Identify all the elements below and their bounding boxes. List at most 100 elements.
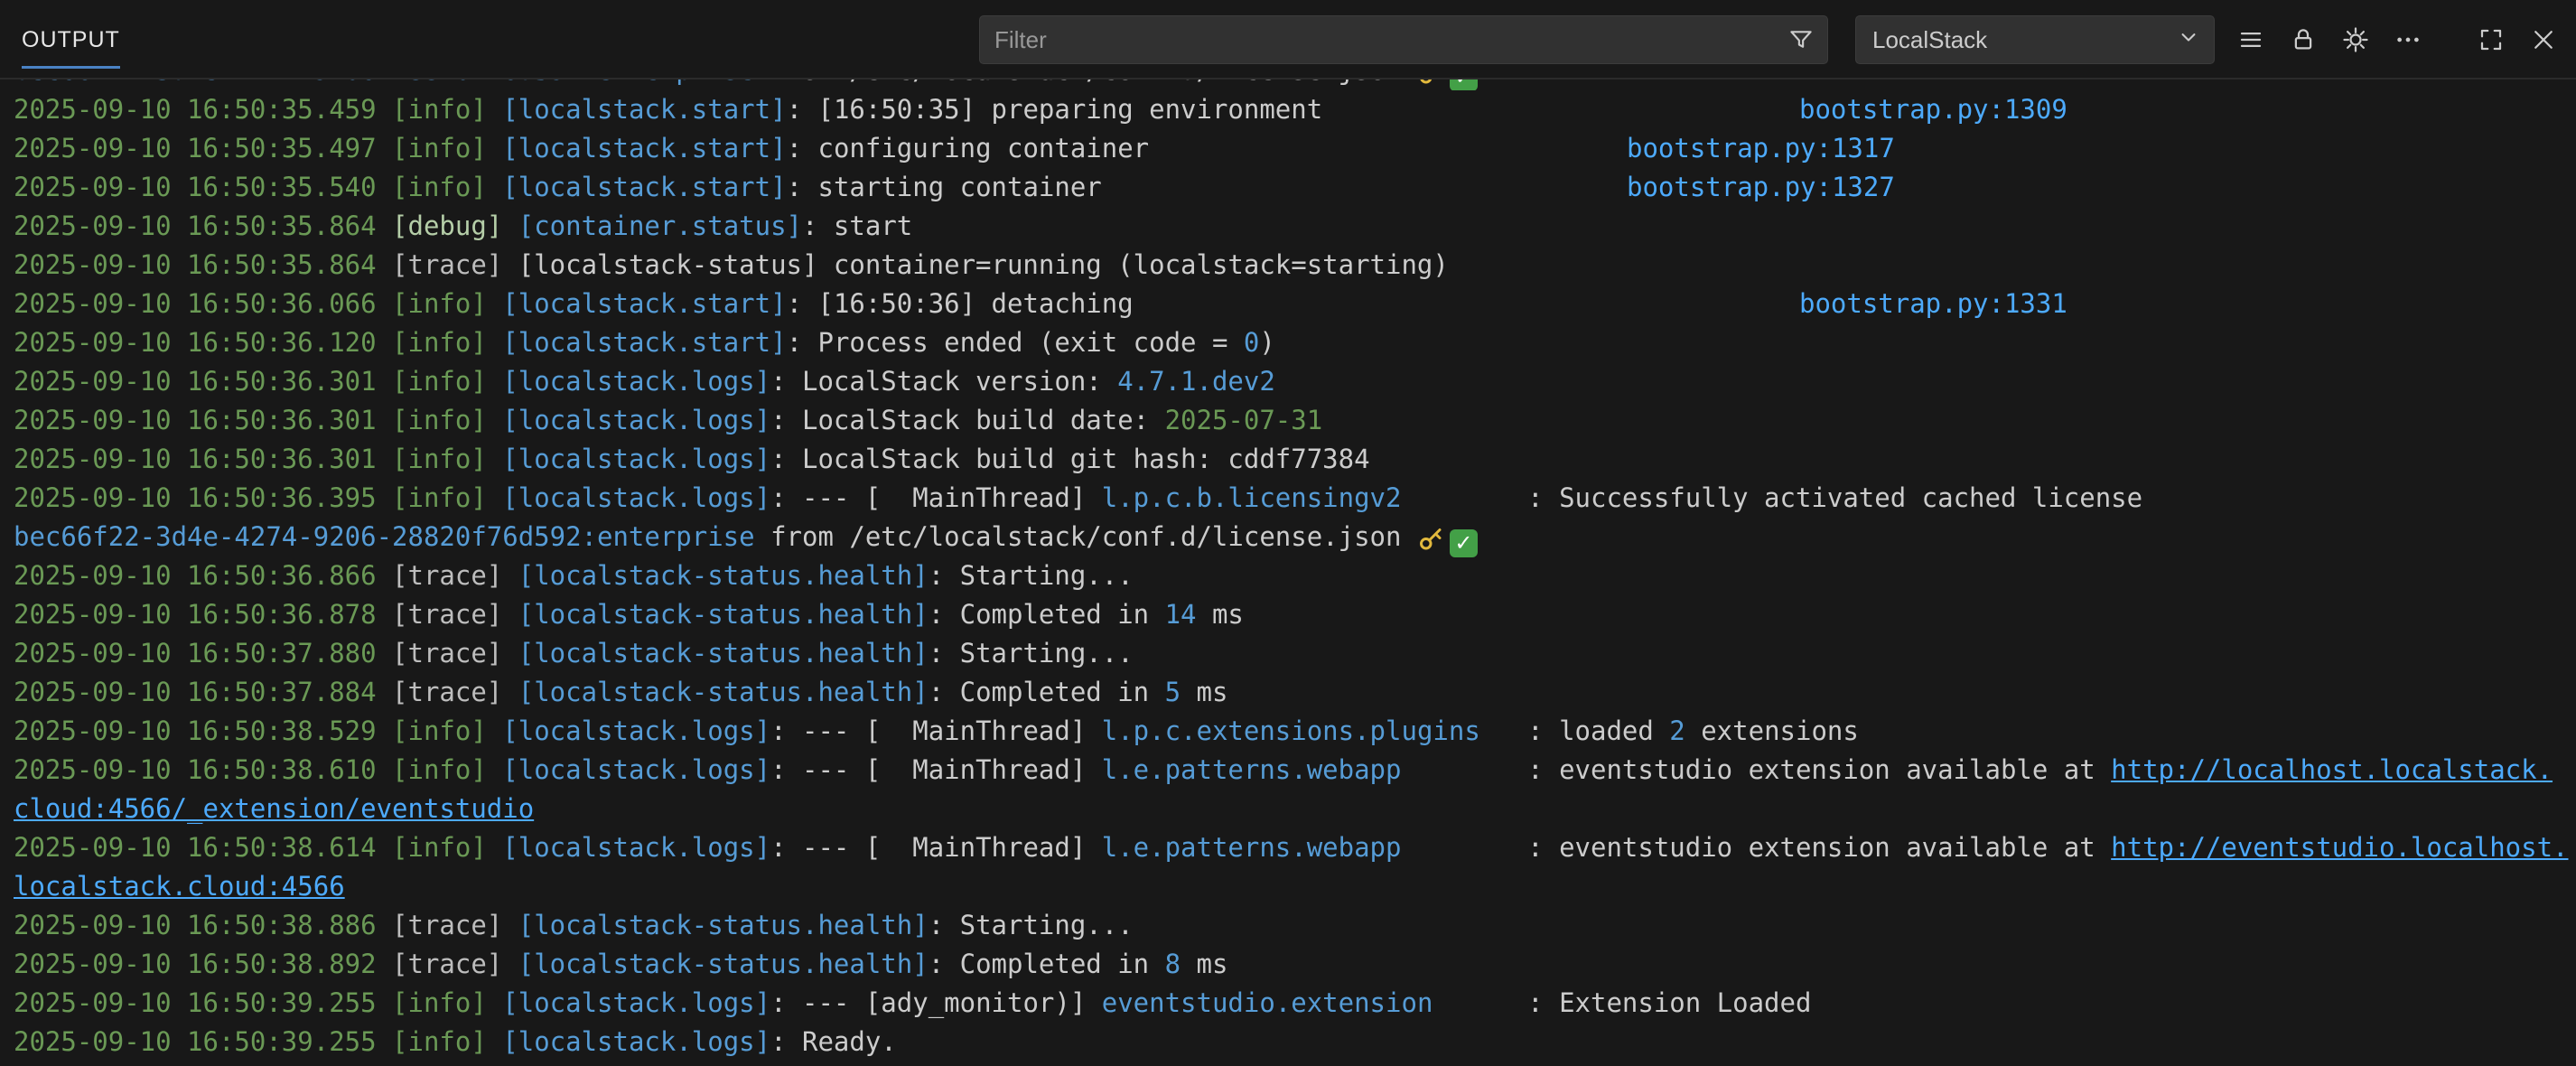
log-segment [377, 1026, 392, 1057]
log-segment: [localstack.logs] [502, 832, 770, 863]
url-link[interactable]: cloud:4566/_extension/eventstudio [14, 793, 534, 824]
log-segment: 2025-09-10 16:50:35.497 [14, 133, 377, 164]
log-segment [377, 560, 392, 591]
log-segment: bec66f22-3d4e-4274-9206-28820f76d592:ent… [14, 521, 755, 552]
log-segment: [trace] [392, 560, 502, 591]
check-emoji-icon: ✓ [1450, 529, 1478, 557]
log-segment [487, 482, 502, 513]
log-segment: 2025-09-10 16:50:35.459 [14, 94, 377, 125]
log-row: 2025-09-10 16:50:35.864 [trace] [localst… [14, 246, 2576, 285]
log-segment [487, 715, 502, 746]
panel-toolbar [2231, 20, 2563, 60]
log-segment: [localstack.start] [502, 172, 786, 202]
url-link[interactable]: http://localhost.localstack. [2111, 754, 2553, 785]
log-row: 2025-09-10 16:50:36.395 [info] [localsta… [14, 479, 2576, 518]
log-segment: 4.7.1.dev2 [1117, 366, 1275, 397]
url-link[interactable]: localstack.cloud:4566 [14, 871, 345, 902]
log-segment [377, 754, 392, 785]
log-segment [502, 599, 518, 630]
log-segment: [localstack.start] [502, 94, 786, 125]
log-segment [377, 715, 392, 746]
log-segment: [info] [392, 832, 487, 863]
log-segment [377, 949, 392, 979]
log-segment: eventstudio.extension [1102, 987, 1433, 1018]
log-segment: 2025-09-10 16:50:36.866 [14, 560, 377, 591]
log-segment: 8 [1165, 949, 1181, 979]
log-row: cloud:4566/_extension/eventstudio [14, 790, 2576, 828]
log-segment: [info] [392, 1026, 487, 1057]
log-segment [502, 638, 518, 669]
channel-dropdown[interactable]: LocalStack [1855, 15, 2215, 64]
log-row: 2025-09-10 16:50:37.884 [trace] [localst… [14, 673, 2576, 712]
log-segment: [localstack.logs] [502, 444, 770, 474]
log-segment: ) [1259, 327, 1274, 358]
log-segment: [info] [392, 94, 487, 125]
log-segment [377, 444, 392, 474]
filter-funnel-icon [1787, 26, 1815, 53]
log-segment: 2025-09-10 16:50:38.886 [14, 910, 377, 940]
panel-header: OUTPUT LocalStack [0, 0, 2576, 79]
log-segment: : Completed in [929, 949, 1165, 979]
log-segment: [container.status] [518, 210, 802, 241]
file-link[interactable]: bootstrap.py:1317 [1627, 129, 1895, 168]
log-segment: 2025-09-10 16:50:35.864 [14, 249, 377, 280]
filter-list-icon[interactable] [2231, 20, 2271, 60]
file-link[interactable]: bootstrap.py:1331 [1799, 285, 2067, 323]
log-segment: 2025-09-10 16:50:37.884 [14, 677, 377, 707]
log-segment: : Successfully activated cached license [1401, 482, 2142, 513]
log-segment: from /etc/localstack/conf.d/license.json [755, 79, 1417, 86]
tab-output[interactable]: OUTPUT [22, 0, 120, 79]
log-row: bec66f22-3d4e-4274-9206-28820f76d592:ent… [14, 518, 2576, 556]
log-segment: [localstack.logs] [502, 754, 770, 785]
log-segment: [localstack.start] [502, 133, 786, 164]
log-segment: : Completed in [929, 599, 1165, 630]
log-segment [487, 288, 502, 319]
log-segment: 2025-09-10 16:50:38.610 [14, 754, 377, 785]
log-segment [487, 366, 502, 397]
log-row: 2025-09-10 16:50:39.255 [info] [localsta… [14, 1023, 2576, 1061]
maximize-panel-icon[interactable] [2471, 20, 2511, 60]
log-segment: [trace] [392, 599, 502, 630]
file-link[interactable]: bootstrap.py:1327 [1627, 168, 1895, 207]
more-actions-icon[interactable] [2388, 20, 2428, 60]
log-segment: : Starting... [929, 560, 1134, 591]
check-emoji-icon: ✓ [1450, 79, 1478, 90]
log-segment: 2025-09-10 16:50:39.255 [14, 987, 377, 1018]
log-segment [377, 910, 392, 940]
log-segment [487, 327, 502, 358]
log-segment [377, 94, 392, 125]
log-segment: : Starting... [929, 638, 1134, 669]
log-row: 2025-09-10 16:50:36.301 [info] [localsta… [14, 362, 2576, 401]
url-link[interactable]: http://eventstudio.localhost. [2111, 832, 2568, 863]
log-segment: 2025-09-10 16:50:35.864 [14, 210, 377, 241]
close-panel-icon[interactable] [2524, 20, 2563, 60]
log-row: 2025-09-10 16:50:36.301 [info] [localsta… [14, 401, 2576, 440]
lock-icon[interactable] [2283, 20, 2323, 60]
log-segment [487, 405, 502, 435]
file-link[interactable]: bootstrap.py:1309 [1799, 90, 2067, 129]
log-segment: 14 [1165, 599, 1197, 630]
log-row: 2025-09-10 16:50:38.886 [trace] [localst… [14, 906, 2576, 945]
log-segment: [localstack.logs] [502, 987, 770, 1018]
log-row: 2025-09-10 16:50:38.614 [info] [localsta… [14, 828, 2576, 867]
log-segment [502, 949, 518, 979]
log-segment [487, 172, 502, 202]
log-row: 2025-09-10 16:50:38.610 [info] [localsta… [14, 751, 2576, 790]
log-segment: [localstack.logs] [502, 482, 770, 513]
key-emoji-icon [1417, 519, 1444, 558]
log-segment: 2025-09-10 16:50:38.614 [14, 832, 377, 863]
log-segment: 2025-09-10 16:50:36.301 [14, 405, 377, 435]
log-segment: : Completed in [929, 677, 1165, 707]
log-segment: [localstack.logs] [502, 366, 770, 397]
log-segment: l.e.patterns.webapp [1102, 754, 1402, 785]
log-segment [377, 638, 392, 669]
log-segment: 0 [1244, 327, 1259, 358]
log-segment: 2025-09-10 16:50:36.395 [14, 482, 377, 513]
settings-gear-icon[interactable] [2336, 20, 2375, 60]
log-segment: ms [1197, 599, 1244, 630]
log-segment: [trace] [392, 949, 502, 979]
filter-input[interactable] [980, 16, 1787, 63]
log-segment: [info] [392, 366, 487, 397]
log-segment [487, 444, 502, 474]
log-segment [502, 910, 518, 940]
